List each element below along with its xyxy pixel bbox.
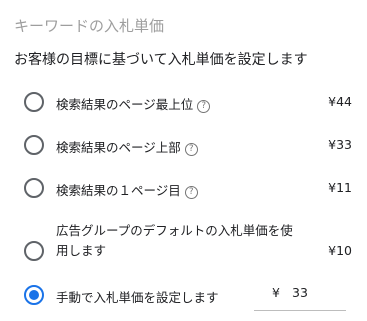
radio-button[interactable] [24,241,44,261]
radio-button[interactable] [24,92,44,112]
help-icon[interactable]: ? [184,143,198,156]
section-title: キーワードの入札単価 [14,17,165,35]
radio-button-selected[interactable] [24,285,44,305]
manual-bid-value[interactable]: 33 [292,285,308,300]
option-price: ¥33 [328,137,352,152]
instruction-text: お客様の目標に基づいて入札単価を設定します [14,52,308,68]
option-label: 検索結果の１ページ目 [56,183,181,198]
option-label: 広告グループのデフォルトの入札単価を使用します [56,223,293,258]
option-price: ¥10 [328,243,352,258]
radio-button[interactable] [24,178,44,198]
manual-bid-input[interactable]: ¥ 33 [254,284,346,311]
radio-button[interactable] [24,135,44,155]
help-icon[interactable]: ? [197,100,211,113]
option-price: ¥11 [328,180,352,195]
option-label: 検索結果のページ上部 [56,140,181,155]
currency-symbol: ¥ [272,285,280,300]
option-label: 検索結果のページ最上位 [56,97,194,112]
option-label: 手動で入札単価を設定します [56,290,219,305]
help-icon[interactable]: ? [184,186,198,199]
option-price: ¥44 [328,94,352,109]
